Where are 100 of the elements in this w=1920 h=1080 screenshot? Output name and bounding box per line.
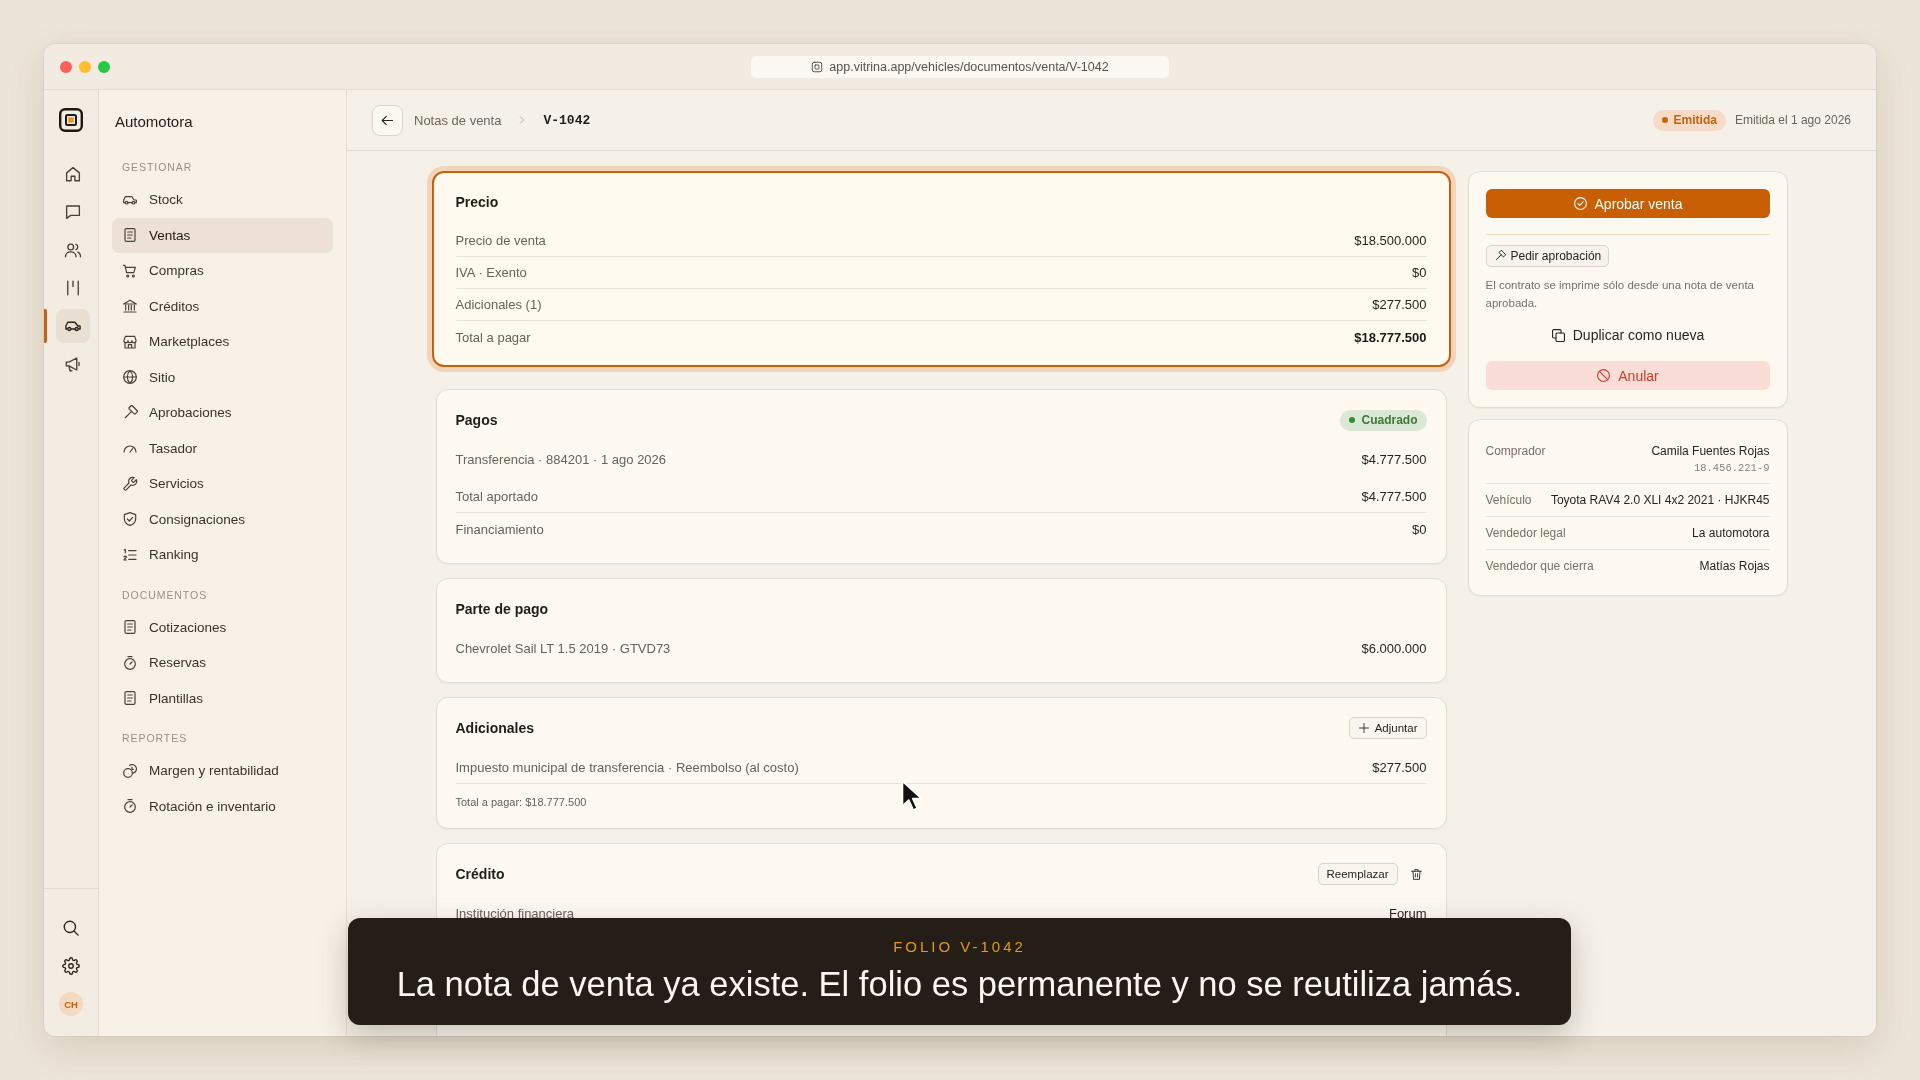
sidebar-item[interactable]: Ranking bbox=[112, 537, 333, 573]
plus-icon bbox=[1357, 722, 1370, 734]
row-label: Total aportado bbox=[455, 489, 538, 504]
id-number: 18.456.221-9 bbox=[1693, 461, 1770, 476]
document-number: V-1042 bbox=[543, 112, 591, 128]
sidebar-item[interactable]: Plantillas bbox=[112, 680, 333, 716]
sidebar-item[interactable]: Aprobaciones bbox=[112, 395, 333, 431]
settings-icon[interactable] bbox=[62, 957, 80, 975]
sidebar-item[interactable]: Rotación e inventario bbox=[112, 788, 333, 824]
copy-icon bbox=[1550, 327, 1566, 343]
sidebar-item[interactable]: Cotizaciones bbox=[112, 609, 333, 645]
row-value: $4.777.500 bbox=[1361, 451, 1427, 467]
ban-icon bbox=[1596, 368, 1612, 383]
hammer-icon bbox=[1493, 250, 1506, 262]
row-value: $0 bbox=[1412, 265, 1427, 280]
site-icon bbox=[811, 60, 824, 73]
home-icon bbox=[64, 165, 82, 183]
detail-label: Comprador bbox=[1485, 443, 1546, 460]
logo-icon[interactable] bbox=[59, 108, 83, 132]
hammer-icon bbox=[122, 404, 138, 421]
row-label: Chevrolet Sail LT 1.5 2019 · GTVD73 bbox=[455, 640, 671, 656]
cart-icon bbox=[122, 262, 138, 279]
document-icon bbox=[122, 690, 138, 707]
stopwatch-icon bbox=[122, 798, 138, 815]
request-approval-button[interactable]: Pedir aprobación bbox=[1485, 245, 1610, 267]
section-heading: DOCUMENTOS bbox=[121, 587, 209, 603]
search-icon[interactable] bbox=[62, 919, 80, 937]
megaphone-icon bbox=[64, 355, 82, 373]
duplicate-button[interactable]: Duplicar como nueva bbox=[1546, 323, 1709, 347]
row-value: $4.777.500 bbox=[1361, 489, 1427, 504]
columns-icon bbox=[64, 279, 82, 297]
cursor-icon bbox=[900, 779, 924, 813]
detail-value: Matías Rojas bbox=[1699, 558, 1770, 575]
row-label: Impuesto municipal de transferencia · Reembolso (al costo) bbox=[455, 759, 799, 775]
numbered-list-icon bbox=[122, 546, 138, 563]
row-label: Precio de venta bbox=[455, 233, 546, 248]
card-title: Parte de pago bbox=[455, 601, 549, 617]
sidebar-item[interactable]: Sitio bbox=[112, 359, 333, 395]
row-label: Total a pagar bbox=[455, 329, 531, 345]
url-text: app.vitrina.app/vehicles/documentos/venta/V-1042 bbox=[829, 59, 1109, 74]
row-label: Adicionales (1) bbox=[455, 297, 542, 312]
back-button[interactable] bbox=[372, 104, 403, 136]
breadcrumb-link[interactable]: Notas de venta bbox=[414, 112, 502, 128]
card-footnote: Total a pagar: $18.777.500 bbox=[455, 796, 587, 808]
chat-icon bbox=[64, 203, 82, 221]
status-dot-icon bbox=[1349, 417, 1356, 423]
row-value: $6.000.000 bbox=[1361, 640, 1427, 656]
detail-value: La automotora bbox=[1692, 525, 1770, 542]
card-title: Crédito bbox=[455, 866, 505, 882]
approve-button[interactable]: Aprobar venta bbox=[1485, 189, 1770, 218]
status-label: Emitida bbox=[1673, 113, 1717, 127]
address-bar[interactable]: app.vitrina.app/vehicles/documentos/venta/V-1042 bbox=[751, 55, 1169, 78]
status-label: Cuadrado bbox=[1361, 413, 1418, 427]
sidebar-item[interactable]: Stock bbox=[112, 182, 333, 218]
shield-icon bbox=[122, 511, 138, 528]
detail-value: Camila Fuentes Rojas bbox=[1651, 443, 1770, 460]
sidebar-item[interactable]: Servicios bbox=[112, 466, 333, 502]
sidebar-item[interactable]: Tasador bbox=[112, 430, 333, 466]
workspace-name: Automotora bbox=[114, 112, 194, 132]
sidebar-item[interactable]: Consignaciones bbox=[112, 501, 333, 537]
check-circle-icon bbox=[1572, 196, 1588, 211]
caption-text: La nota de venta ya existe. El folio es permanente y no se reutiliza jamás. bbox=[396, 964, 1523, 1005]
people-icon bbox=[64, 241, 82, 259]
sidebar-item[interactable]: Ventas bbox=[112, 217, 333, 253]
sidebar-item[interactable]: Margen y rentabilidad bbox=[112, 753, 333, 789]
detail-value: Toyota RAV4 2.0 XLI 4x2 2021 · HJKR45 bbox=[1550, 492, 1770, 509]
row-value: $277.500 bbox=[1372, 297, 1427, 312]
help-text: El contrato se imprime sólo desde una nota de venta aprobada. bbox=[1485, 278, 1755, 311]
status-dot-icon bbox=[1661, 117, 1668, 123]
detail-label: Vendedor legal bbox=[1485, 525, 1566, 542]
caption-label: FOLIO V-1042 bbox=[893, 937, 1026, 957]
row-label: IVA · Exento bbox=[455, 265, 527, 280]
document-icon bbox=[122, 619, 138, 636]
globe-icon bbox=[122, 369, 138, 386]
sidebar-item[interactable]: Créditos bbox=[112, 288, 333, 324]
coins-icon bbox=[122, 762, 138, 779]
stopwatch-icon bbox=[122, 654, 138, 671]
detail-label: Vendedor que cierra bbox=[1485, 558, 1594, 575]
close-button[interactable] bbox=[60, 60, 72, 73]
detail-label: Vehículo bbox=[1485, 492, 1532, 509]
card-title: Pagos bbox=[455, 412, 498, 428]
trash-icon[interactable] bbox=[1409, 867, 1423, 881]
wrench-icon bbox=[122, 475, 138, 492]
row-label: Financiamiento bbox=[455, 521, 544, 537]
row-value: Forum bbox=[1388, 905, 1427, 921]
sidebar-item[interactable]: Reservas bbox=[112, 645, 333, 681]
section-heading: REPORTES bbox=[121, 731, 189, 746]
section-heading: GESTIONAR bbox=[121, 160, 194, 175]
row-value: $18.777.500 bbox=[1354, 329, 1427, 345]
store-icon bbox=[122, 333, 138, 350]
bank-icon bbox=[122, 298, 138, 315]
replace-button[interactable]: Reemplazar bbox=[1317, 863, 1398, 885]
void-button[interactable]: Anular bbox=[1485, 361, 1770, 390]
sidebar-item[interactable]: Marketplaces bbox=[112, 324, 333, 360]
attach-button[interactable]: Adjuntar bbox=[1348, 717, 1427, 739]
row-label: Transferencia · 884201 · 1 ago 2026 bbox=[455, 451, 667, 467]
rail-button[interactable] bbox=[56, 309, 90, 343]
sidebar-item[interactable]: Compras bbox=[112, 253, 333, 289]
card-title: Precio bbox=[455, 194, 499, 210]
row-value: $277.500 bbox=[1372, 759, 1427, 775]
